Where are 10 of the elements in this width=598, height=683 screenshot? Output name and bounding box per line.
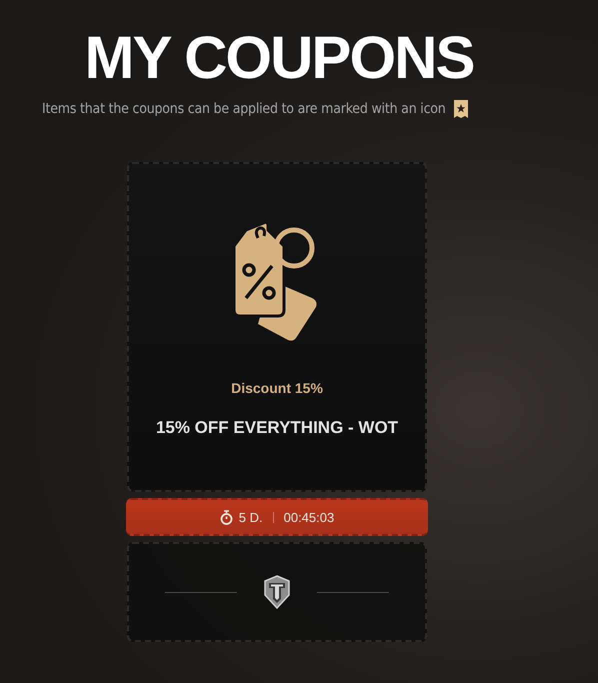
days-left: 5 D. [238,510,263,524]
shield-logo-icon [263,575,291,609]
page-title: MY COUPONS [84,26,474,90]
subtitle: Items that the coupons can be applied to are marked with an icon [42,101,446,117]
coupon-card[interactable]: Discount 15% 15% OFF EVERYTHING - WOT [127,162,427,492]
coupon-mark-icon [454,100,468,118]
discount-label: Discount 15% [231,380,323,396]
time-left: 00:45:03 [284,510,334,524]
stopwatch-icon [220,510,233,524]
coupon-name: 15% OFF EVERYTHING - WOT [156,418,398,438]
